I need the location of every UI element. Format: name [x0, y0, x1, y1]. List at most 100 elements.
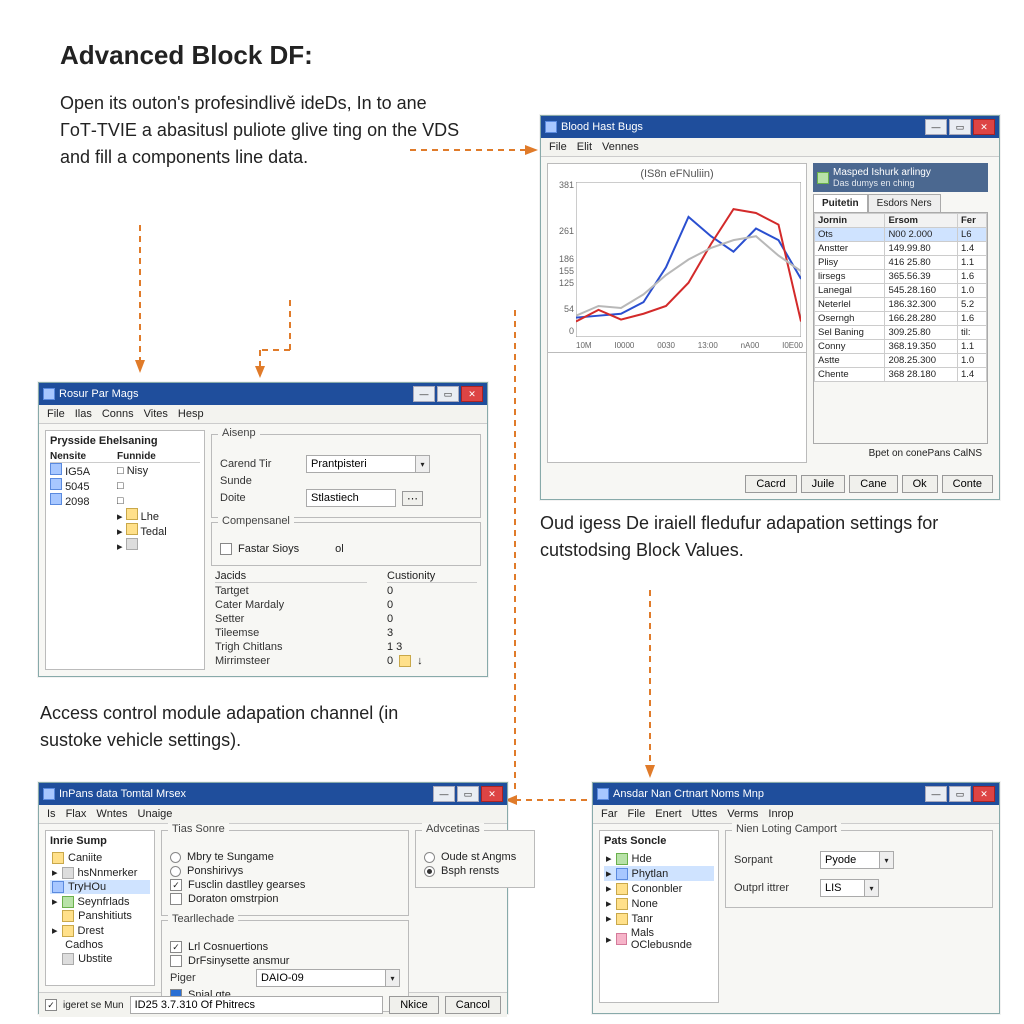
menu-item[interactable]: Hesp	[178, 408, 204, 420]
btn-nkice[interactable]: Nkice	[389, 996, 439, 1014]
tree-item[interactable]: ▸ Hde	[604, 851, 714, 866]
checkbox[interactable]: ✓	[170, 879, 182, 891]
tree-item[interactable]: ▸ Phytlan	[604, 866, 714, 881]
maximize-button[interactable]: ▭	[437, 386, 459, 402]
tree-item[interactable]: Ubstite	[50, 952, 150, 966]
radio[interactable]	[170, 866, 181, 877]
btn-juile[interactable]: Juile	[801, 475, 846, 493]
list-row[interactable]: ▸ Tedal	[50, 523, 200, 538]
menu-item[interactable]: Flax	[66, 808, 87, 820]
export-link[interactable]: Bpet on conePans CalNS	[813, 444, 988, 463]
list-row[interactable]: 2098□	[50, 493, 200, 508]
radio[interactable]	[170, 852, 181, 863]
tree-item[interactable]: ▸ hsNnmerker	[50, 865, 150, 880]
menu-item[interactable]: Wntes	[96, 808, 127, 820]
table-row[interactable]: OtsN00 2.000L6	[815, 228, 987, 242]
chevron-down-icon[interactable]: ▾	[416, 455, 430, 473]
tree-item[interactable]: ▸ Seynfrlads	[50, 894, 150, 909]
btn-ok[interactable]: Ok	[902, 475, 938, 493]
minimize-button[interactable]: —	[925, 786, 947, 802]
menubar-win4[interactable]: Far File Enert Uttes Verms Inrop	[593, 805, 999, 824]
btn-cacrd[interactable]: Cacrd	[745, 475, 796, 493]
table-row[interactable]: lirsegs365.56.391.6	[815, 270, 987, 284]
table-row[interactable]: Astte208.25.3001.0	[815, 354, 987, 368]
data-table[interactable]: JorninErsomFer OtsN00 2.000L6 Anstter149…	[814, 213, 987, 382]
col-hdr[interactable]: Nensite	[50, 451, 117, 463]
menu-item[interactable]: Uttes	[692, 808, 718, 820]
close-button[interactable]: ✕	[973, 119, 995, 135]
btn-conte[interactable]: Conte	[942, 475, 993, 493]
table-row[interactable]: Plisy416 25.801.1	[815, 256, 987, 270]
titlebar-win3[interactable]: InPans data Tomtal Mrsex — ▭ ✕	[39, 783, 507, 805]
table-row[interactable]: Anstter149.99.801.4	[815, 242, 987, 256]
menubar-win2[interactable]: File Elit Vennes	[541, 138, 999, 157]
tab-active[interactable]: Puitetin	[813, 194, 868, 212]
tree-item[interactable]: Cadhos	[50, 938, 150, 952]
doite-input[interactable]	[306, 489, 396, 507]
tree-item[interactable]: ▸ Drest	[50, 923, 150, 938]
maximize-button[interactable]: ▭	[949, 786, 971, 802]
chevron-down-icon[interactable]: ▾	[880, 851, 894, 869]
tree-item[interactable]: Caniite	[50, 851, 150, 865]
tree-item[interactable]: ▸ None	[604, 896, 714, 911]
btn-cancel[interactable]: Cancol	[445, 996, 501, 1014]
list-row[interactable]: IG5A□ Nisy	[50, 463, 200, 479]
separator-combo[interactable]	[820, 851, 880, 869]
menu-item[interactable]: Vites	[144, 408, 168, 420]
list-row[interactable]: 5045□	[50, 478, 200, 493]
color-swatch-icon[interactable]	[399, 655, 411, 667]
tree-item[interactable]: ▸ Tanr	[604, 911, 714, 926]
menu-item[interactable]: Verms	[727, 808, 758, 820]
close-button[interactable]: ✕	[973, 786, 995, 802]
side-tabs[interactable]: Puitetin Esdors Ners	[813, 194, 988, 213]
menu-item[interactable]: Ilas	[75, 408, 92, 420]
status-checkbox[interactable]: ✓	[45, 999, 57, 1011]
menu-item[interactable]: Far	[601, 808, 618, 820]
menu-item[interactable]: File	[549, 141, 567, 153]
picker-button[interactable]: ⋯	[402, 491, 423, 506]
menu-item[interactable]: Vennes	[602, 141, 639, 153]
chevron-down-icon[interactable]: ▾	[865, 879, 879, 897]
menu-item[interactable]: Inrop	[768, 808, 793, 820]
table-row[interactable]: Oserngh166.28.2801.6	[815, 312, 987, 326]
tree-item[interactable]: Panshitiuts	[50, 909, 150, 923]
checkbox[interactable]	[170, 955, 182, 967]
col-hdr[interactable]: Funnide	[117, 451, 200, 463]
status-input[interactable]	[130, 996, 384, 1014]
col-hdr[interactable]: Ersom	[885, 214, 958, 228]
table-row[interactable]: Sel Baning309.25.80til:	[815, 326, 987, 340]
tree-item[interactable]: TryHOu	[50, 880, 150, 894]
close-button[interactable]: ✕	[461, 386, 483, 402]
list-row[interactable]: ▸	[50, 538, 200, 553]
menu-item[interactable]: File	[628, 808, 646, 820]
tree-item[interactable]: ▸ Cononbler	[604, 881, 714, 896]
menu-item[interactable]: File	[47, 408, 65, 420]
menu-item[interactable]: Unaige	[138, 808, 173, 820]
menu-item[interactable]: Is	[47, 808, 56, 820]
menu-item[interactable]: Elit	[577, 141, 592, 153]
menubar-win1[interactable]: File Ilas Conns Vites Hesp	[39, 405, 487, 424]
table-row[interactable]: Chente368 28.1801.4	[815, 368, 987, 382]
btn-cane[interactable]: Cane	[849, 475, 897, 493]
minimize-button[interactable]: —	[433, 786, 455, 802]
payer-combo[interactable]	[256, 969, 386, 987]
radio[interactable]	[424, 866, 435, 877]
titlebar-win4[interactable]: Ansdar Nan Crtnart Noms Mnp — ▭ ✕	[593, 783, 999, 805]
titlebar-win2[interactable]: Blood Hast Bugs — ▭ ✕	[541, 116, 999, 138]
col-hdr[interactable]: Fer	[957, 214, 986, 228]
arrow-down-icon[interactable]: ↓	[417, 655, 423, 667]
menubar-win3[interactable]: Is Flax Wntes Unaige	[39, 805, 507, 824]
table-row[interactable]: Lanegal545.28.1601.0	[815, 284, 987, 298]
checkbox-fastar[interactable]	[220, 543, 232, 555]
content-combo[interactable]	[306, 455, 416, 473]
minimize-button[interactable]: —	[925, 119, 947, 135]
menu-item[interactable]: Conns	[102, 408, 134, 420]
tab[interactable]: Esdors Ners	[868, 194, 941, 212]
chevron-down-icon[interactable]: ▾	[386, 969, 400, 987]
radio[interactable]	[424, 852, 435, 863]
tree-item[interactable]: ▸ Mals OClebusnde	[604, 926, 714, 952]
maximize-button[interactable]: ▭	[949, 119, 971, 135]
checkbox[interactable]	[170, 893, 182, 905]
list-row[interactable]: ▸ Lhe	[50, 508, 200, 523]
maximize-button[interactable]: ▭	[457, 786, 479, 802]
